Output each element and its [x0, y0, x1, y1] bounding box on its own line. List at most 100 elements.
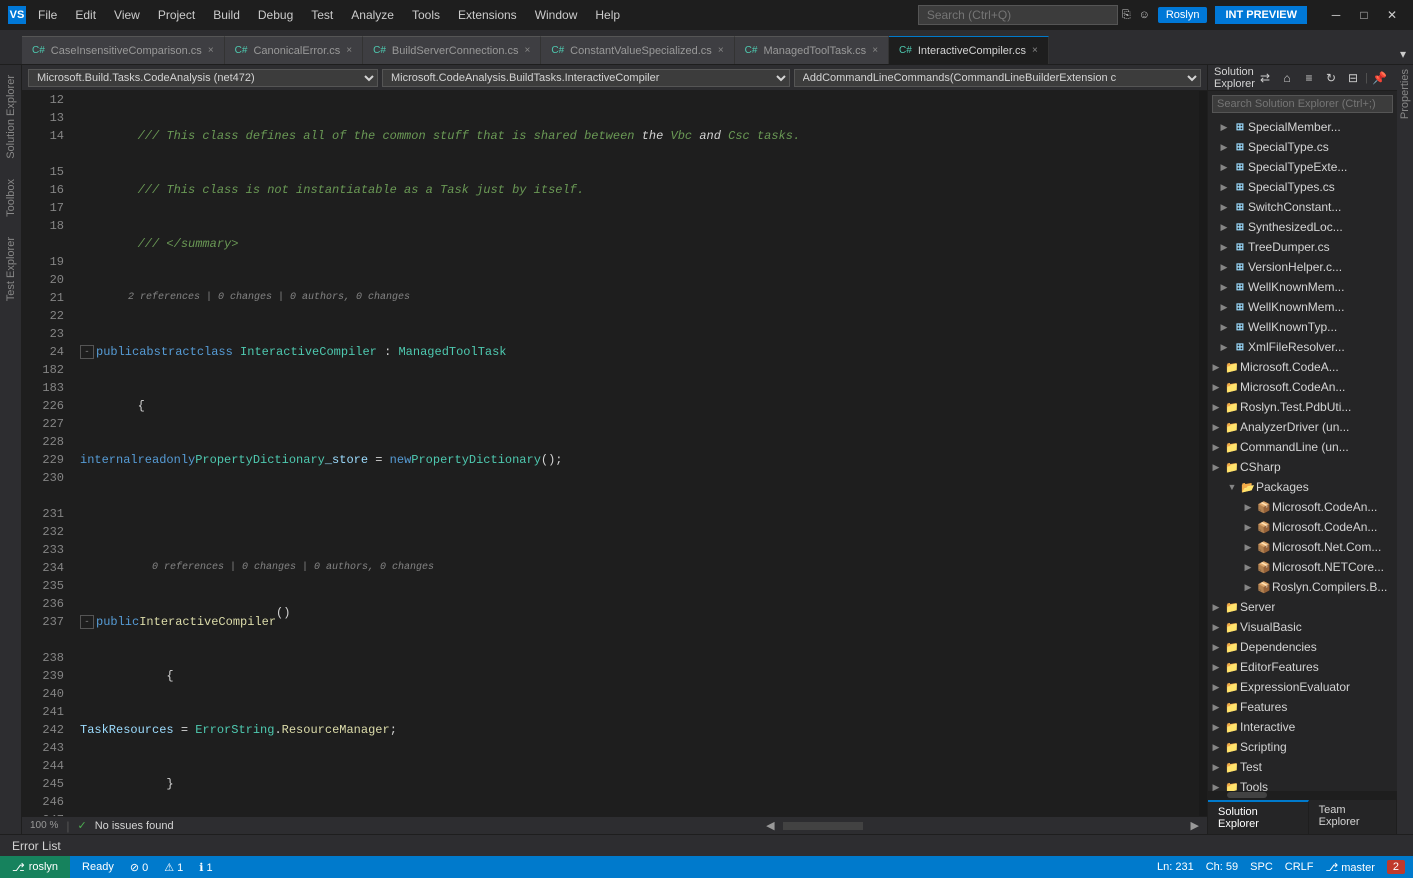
solution-search-input[interactable]	[1212, 95, 1393, 113]
tree-item-pkg3[interactable]: ▶ 📦 Microsoft.Net.Com...	[1208, 537, 1397, 557]
menu-build[interactable]: Build	[205, 4, 248, 26]
tree-item-features[interactable]: ▶ 📁 Features	[1208, 697, 1397, 717]
menu-edit[interactable]: Edit	[67, 4, 104, 26]
tab-close-2[interactable]: ×	[525, 45, 531, 56]
tree-item-6[interactable]: ▶ ⊞ TreeDumper.cs	[1208, 237, 1397, 257]
error-list-tab[interactable]: Error List	[0, 839, 73, 853]
tree-item-csharp[interactable]: ▶ 📁 CSharp	[1208, 457, 1397, 477]
properties-label[interactable]: Properties	[1397, 65, 1413, 123]
tree-item-pkg5[interactable]: ▶ 📦 Roslyn.Compilers.B...	[1208, 577, 1397, 597]
sol-collapse-btn[interactable]: ⊟	[1343, 68, 1363, 88]
tab-close-0[interactable]: ×	[208, 45, 214, 56]
tree-item-pkg2[interactable]: ▶ 📦 Microsoft.CodeAn...	[1208, 517, 1397, 537]
solution-explorer-sidebar-label[interactable]: Solution Explorer	[3, 65, 19, 169]
tree-item-dependencies[interactable]: ▶ 📁 Dependencies	[1208, 637, 1397, 657]
tab-close-5[interactable]: ×	[1032, 45, 1038, 56]
close-button[interactable]: ✕	[1379, 5, 1405, 25]
profile-button[interactable]: Roslyn	[1158, 7, 1208, 23]
namespace-dropdown[interactable]: Microsoft.Build.Tasks.CodeAnalysis (net4…	[28, 69, 378, 87]
menu-view[interactable]: View	[106, 4, 148, 26]
tab-0[interactable]: C# CaseInsensitiveComparison.cs ×	[22, 36, 225, 64]
sol-pin-btn[interactable]: 📌	[1370, 68, 1390, 88]
tree-arrow-9: ▶	[1216, 299, 1232, 315]
tab-5[interactable]: C# InteractiveCompiler.cs ×	[889, 36, 1049, 64]
tree-item-2[interactable]: ▶ ⊞ SpecialTypeExte...	[1208, 157, 1397, 177]
menu-help[interactable]: Help	[587, 4, 628, 26]
tree-item-microsoft-codeanalysis2[interactable]: ▶ 📁 Microsoft.CodeAn...	[1208, 377, 1397, 397]
editor-scroll[interactable]: 12 13 14 15 16 17 18 19 20 21 22 23 24 1…	[22, 91, 1207, 816]
zoom-level[interactable]: 100 %	[30, 820, 58, 831]
tree-item-7[interactable]: ▶ ⊞ VersionHelper.c...	[1208, 257, 1397, 277]
tree-cs-icon-8: ⊞	[1232, 279, 1248, 295]
menu-project[interactable]: Project	[150, 4, 203, 26]
tree-item-interactive[interactable]: ▶ 📁 Interactive	[1208, 717, 1397, 737]
tree-item-5[interactable]: ▶ ⊞ SynthesizedLoc...	[1208, 217, 1397, 237]
menu-extensions[interactable]: Extensions	[450, 4, 525, 26]
tree-item-0[interactable]: ▶ ⊞ SpecialMember...	[1208, 117, 1397, 137]
team-explorer-tab[interactable]: Team Explorer	[1309, 800, 1397, 834]
solution-explorer-tab[interactable]: Solution Explorer	[1208, 800, 1309, 834]
restore-button[interactable]: □	[1351, 5, 1377, 25]
sol-refresh-btn[interactable]: ↻	[1321, 68, 1341, 88]
minimize-button[interactable]: ─	[1323, 5, 1349, 25]
solution-tree[interactable]: ▶ ⊞ SpecialMember... ▶ ⊞ SpecialType.cs …	[1208, 117, 1397, 791]
menu-window[interactable]: Window	[527, 4, 586, 26]
test-explorer-sidebar-label[interactable]: Test Explorer	[3, 227, 19, 311]
tab-close-3[interactable]: ×	[718, 45, 724, 56]
tree-item-4[interactable]: ▶ ⊞ SwitchConstant...	[1208, 197, 1397, 217]
tree-pkg-icon-1: 📦	[1256, 499, 1272, 515]
method-dropdown[interactable]: AddCommandLineCommands(CommandLineBuilde…	[794, 69, 1202, 87]
tree-item-tools[interactable]: ▶ 📁 Tools	[1208, 777, 1397, 791]
tree-item-test[interactable]: ▶ 📁 Test	[1208, 757, 1397, 777]
scroll-right[interactable]: ▶	[1191, 819, 1199, 832]
menu-test[interactable]: Test	[303, 4, 341, 26]
tree-item-8[interactable]: ▶ ⊞ WellKnownMem...	[1208, 277, 1397, 297]
tree-item-11[interactable]: ▶ ⊞ XmlFileResolver...	[1208, 337, 1397, 357]
sol-sync-btn[interactable]: ⇄	[1255, 68, 1275, 88]
code-area[interactable]: /// This class defines all of the common…	[72, 91, 1199, 816]
tree-item-server[interactable]: ▶ 📁 Server	[1208, 597, 1397, 617]
sol-filter-btn[interactable]: ≡	[1299, 68, 1319, 88]
tree-item-scripting[interactable]: ▶ 📁 Scripting	[1208, 737, 1397, 757]
tab-4[interactable]: C# ManagedToolTask.cs ×	[735, 36, 889, 64]
tree-item-packages[interactable]: ▼ 📂 Packages	[1208, 477, 1397, 497]
tree-item-roslyn-pdb[interactable]: ▶ 📁 Roslyn.Test.PdbUti...	[1208, 397, 1397, 417]
scroll-left[interactable]: ◀	[766, 819, 774, 832]
git-master[interactable]: ⎇ master	[1326, 861, 1375, 874]
share-icon[interactable]: ⎘	[1122, 9, 1131, 22]
menu-debug[interactable]: Debug	[250, 4, 301, 26]
tree-item-pkg1[interactable]: ▶ 📦 Microsoft.CodeAn...	[1208, 497, 1397, 517]
tree-item-9[interactable]: ▶ ⊞ WellKnownMem...	[1208, 297, 1397, 317]
class-dropdown[interactable]: Microsoft.CodeAnalysis.BuildTasks.Intera…	[382, 69, 790, 87]
feedback-icon[interactable]: ☺	[1139, 9, 1150, 21]
tree-item-commandline[interactable]: ▶ 📁 CommandLine (un...	[1208, 437, 1397, 457]
tree-item-expressionevaluator[interactable]: ▶ 📁 ExpressionEvaluator	[1208, 677, 1397, 697]
tab-close-1[interactable]: ×	[346, 45, 352, 56]
code-line-18	[80, 505, 1199, 523]
tab-1[interactable]: C# CanonicalError.cs ×	[225, 36, 363, 64]
git-status[interactable]: ⎇ roslyn	[0, 856, 70, 878]
global-search[interactable]	[918, 5, 1118, 25]
tab-2[interactable]: C# BuildServerConnection.cs ×	[363, 36, 541, 64]
tab-close-4[interactable]: ×	[872, 45, 878, 56]
tab-3[interactable]: C# ConstantValueSpecialized.cs ×	[541, 36, 734, 64]
tree-item-editorfeatures[interactable]: ▶ 📁 EditorFeatures	[1208, 657, 1397, 677]
tree-item-3[interactable]: ▶ ⊞ SpecialTypes.cs	[1208, 177, 1397, 197]
toolbox-sidebar-label[interactable]: Toolbox	[3, 169, 19, 227]
tree-item-analyzer[interactable]: ▶ 📁 AnalyzerDriver (un...	[1208, 417, 1397, 437]
tree-label-expressionevaluator: ExpressionEvaluator	[1240, 680, 1350, 694]
collapse-19[interactable]: -	[80, 615, 94, 629]
tab-list-button[interactable]: ▾	[1393, 44, 1413, 64]
tree-item-microsoft-codeanalysis[interactable]: ▶ 📁 Microsoft.CodeA...	[1208, 357, 1397, 377]
tree-item-10[interactable]: ▶ ⊞ WellKnownTyp...	[1208, 317, 1397, 337]
tree-item-1[interactable]: ▶ ⊞ SpecialType.cs	[1208, 137, 1397, 157]
menu-analyze[interactable]: Analyze	[343, 4, 402, 26]
menu-tools[interactable]: Tools	[404, 4, 448, 26]
tree-item-visualbasic[interactable]: ▶ 📁 VisualBasic	[1208, 617, 1397, 637]
title-bar-right: ⎘ ☺ Roslyn INT PREVIEW ─ □ ✕	[1122, 5, 1405, 25]
tree-item-pkg4[interactable]: ▶ 📦 Microsoft.NETCore...	[1208, 557, 1397, 577]
collapse-15[interactable]: -	[80, 345, 94, 359]
tree-arrow-7: ▶	[1216, 259, 1232, 275]
sol-home-btn[interactable]: ⌂	[1277, 68, 1297, 88]
menu-file[interactable]: File	[30, 4, 65, 26]
